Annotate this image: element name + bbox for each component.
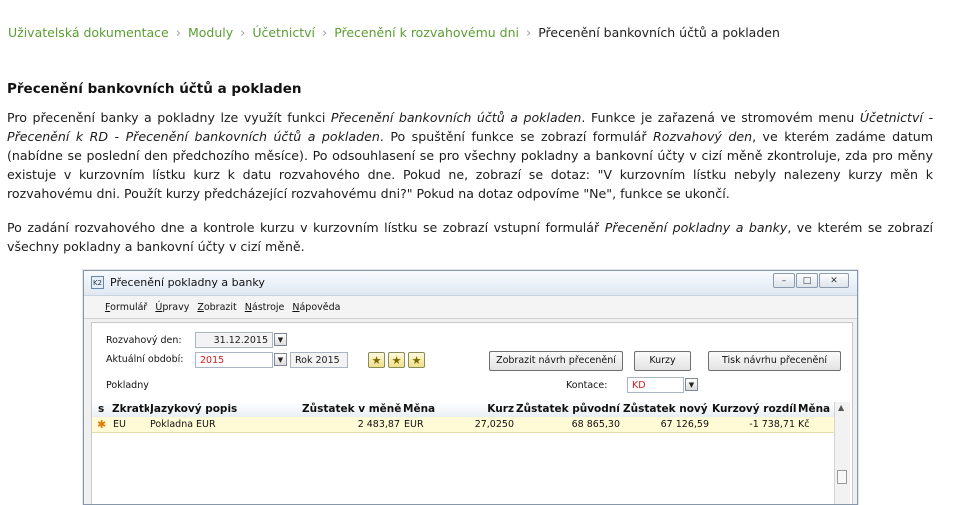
column-header[interactable]: Zkratk: [112, 402, 149, 417]
zobrazit-navrh-button[interactable]: Zobrazit návrh přecenění: [489, 351, 623, 371]
breadcrumb-link-preceneni-rd[interactable]: Přecenění k rozvahovému dni: [334, 25, 519, 40]
text-span: . Funkce je zařazená ve stromovém menu: [581, 110, 860, 125]
column-header[interactable]: Zůstatek původní: [516, 402, 622, 417]
cell-zustatek-mena[interactable]: 2 483,87: [302, 417, 400, 432]
scrollbar-thumb[interactable]: [837, 470, 847, 484]
data-grid: s Zkratk Jazykový popis Zůstatek v měně …: [92, 402, 850, 504]
page-title: Přecenění bankovních účtů a pokladen: [7, 81, 302, 97]
dropdown-arrow-icon[interactable]: ▼: [274, 353, 287, 366]
scroll-up-icon[interactable]: ▲: [838, 403, 844, 412]
cell-zkratka[interactable]: EU: [113, 417, 148, 432]
maximize-button[interactable]: □: [796, 273, 818, 288]
obdobi-name-field: Rok 2015: [290, 352, 348, 368]
kontace-field[interactable]: KD: [627, 377, 684, 393]
paragraph-form-info: Po zadání rozvahového dne a kontrole kur…: [7, 218, 933, 256]
cell-mena[interactable]: EUR: [404, 417, 439, 432]
column-header[interactable]: Zůstatek nový: [623, 402, 711, 417]
italic-term: Rozvahový den: [653, 129, 753, 144]
star-plus-icon[interactable]: ★: [388, 352, 405, 368]
aktualni-obdobi-label: Aktuální období:: [106, 354, 184, 365]
menu-bar: Formulář Úpravy Zobrazit Nástroje Nápově…: [84, 296, 857, 319]
star-icon[interactable]: ★: [368, 352, 385, 368]
italic-term: Přecenění pokladny a banky: [604, 220, 788, 235]
column-header[interactable]: s: [98, 402, 108, 417]
breadcrumb-link-docs[interactable]: Uživatelská dokumentace: [8, 25, 169, 40]
text-span: Pro přecenění banky a pokladny lze využí…: [7, 110, 331, 125]
vertical-scrollbar[interactable]: ▲: [834, 402, 850, 504]
cell-mena2[interactable]: Kč: [798, 417, 832, 432]
table-row[interactable]: ✱ EU Pokladna EUR 2 483,87 EUR 27,0250 6…: [92, 417, 834, 433]
chevron-right-icon: ›: [321, 26, 328, 41]
pokladny-label: Pokladny: [106, 380, 149, 391]
column-header[interactable]: Měna: [798, 402, 834, 417]
breadcrumb-link-moduly[interactable]: Moduly: [188, 25, 233, 40]
dropdown-arrow-icon[interactable]: ▼: [685, 378, 698, 391]
text-span: Po zadání rozvahového dne a kontrole kur…: [7, 220, 605, 235]
cell-popis[interactable]: Pokladna EUR: [150, 417, 300, 432]
italic-term: Přecenění bankovních účtů a pokladen: [330, 110, 582, 125]
paragraph-intro: Pro přecenění banky a pokladny lze využí…: [7, 108, 933, 203]
breadcrumb-current: Přecenění bankovních účtů a pokladen: [538, 25, 780, 40]
new-row-marker-icon: ✱: [97, 418, 107, 431]
text-span: . Po spuštění funkce se zobrazí formulář: [379, 129, 654, 144]
close-button[interactable]: ✕: [819, 273, 849, 288]
grid-header: s Zkratk Jazykový popis Zůstatek v měně …: [92, 402, 834, 418]
cell-zustatek-novy[interactable]: 67 126,59: [623, 417, 709, 432]
window-title: Přecenění pokladny a banky: [110, 276, 265, 289]
tisk-navrhu-button[interactable]: Tisk návrhu přecenění: [708, 351, 841, 371]
column-header[interactable]: Jazykový popis: [150, 402, 300, 417]
window-controls: – □ ✕: [773, 273, 849, 288]
dropdown-arrow-icon[interactable]: ▼: [274, 333, 287, 346]
breadcrumb-link-ucetnictvi[interactable]: Účetnictví: [252, 25, 315, 40]
chevron-right-icon: ›: [175, 26, 181, 41]
rozvahovy-den-label: Rozvahový den:: [106, 335, 182, 346]
app-icon: K2: [91, 276, 104, 289]
column-header[interactable]: Kurz: [440, 402, 514, 417]
minimize-button[interactable]: –: [773, 273, 795, 288]
breadcrumb: Uživatelská dokumentace › Moduly › Účetnictv…: [8, 25, 780, 41]
column-header[interactable]: Měna: [403, 402, 439, 417]
menu-zobrazit[interactable]: Zobrazit: [197, 302, 236, 313]
form-area: Rozvahový den: 31.12.2015 ▼ Aktuální obd…: [91, 322, 853, 504]
menu-upravy[interactable]: Úpravy: [155, 302, 189, 313]
chevron-right-icon: ›: [526, 26, 532, 41]
chevron-right-icon: ›: [240, 26, 246, 41]
column-header[interactable]: Kurzový rozdíl: [712, 402, 796, 417]
cell-kurz[interactable]: 27,0250: [440, 417, 514, 432]
column-header[interactable]: Zůstatek v měně: [302, 402, 402, 417]
cell-kurzovy-rozdil[interactable]: -1 738,71: [712, 417, 795, 432]
aktualni-obdobi-field[interactable]: 2015: [195, 352, 273, 368]
window-titlebar: K2 Přecenění pokladny a banky – □ ✕: [84, 271, 857, 296]
cell-zustatek-puvodni[interactable]: 68 865,30: [516, 417, 620, 432]
kontace-label: Kontace:: [566, 380, 608, 391]
star-edit-icon[interactable]: ★: [408, 352, 425, 368]
menu-nastroje[interactable]: Nástroje: [245, 302, 285, 313]
menu-napoveda[interactable]: Nápověda: [292, 302, 340, 313]
menu-formular[interactable]: Formulář: [105, 302, 147, 313]
kurzy-button[interactable]: Kurzy: [634, 351, 691, 371]
rozvahovy-den-field[interactable]: 31.12.2015: [195, 332, 273, 348]
app-window-screenshot: K2 Přecenění pokladny a banky – □ ✕ Form…: [83, 270, 858, 505]
